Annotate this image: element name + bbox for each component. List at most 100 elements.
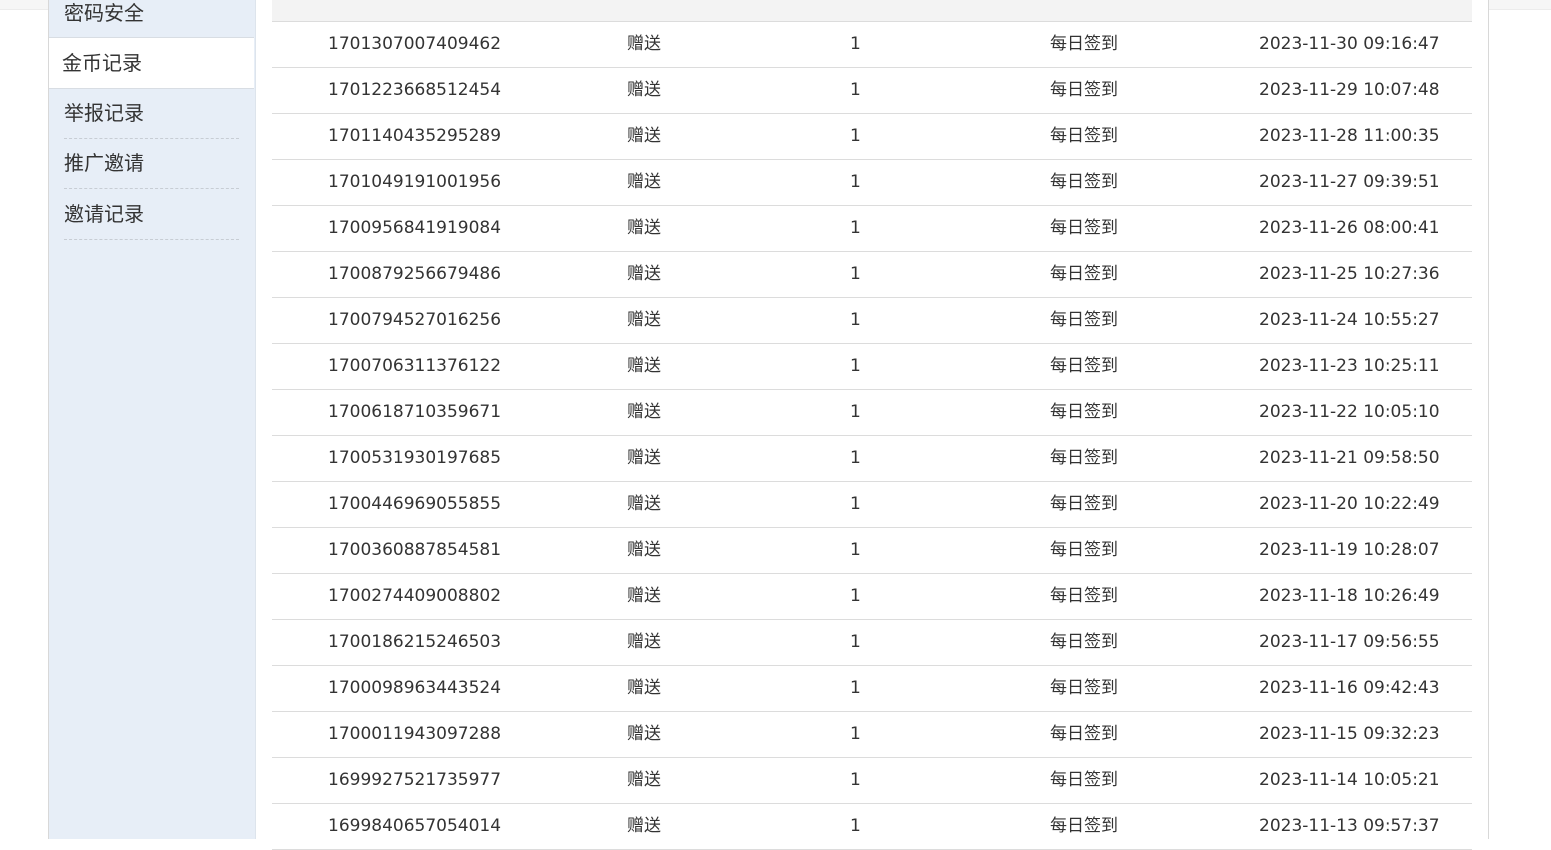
record-amount-cell: 1 [850, 310, 861, 330]
record-time-cell: 2023-11-21 09:58:50 [1259, 448, 1440, 468]
record-amount-cell: 1 [850, 172, 861, 192]
sidebar: 密码安全 金币记录 举报记录 推广邀请 邀请记录 [49, 0, 256, 839]
record-source-cell: 每日签到 [1050, 678, 1118, 698]
record-time-cell: 2023-11-14 10:05:21 [1259, 770, 1440, 790]
table-row: 1700274409008802 赠送 1 每日签到 2023-11-18 10:26:… [272, 574, 1472, 620]
record-id-cell: 1700794527016256 [328, 310, 502, 330]
record-amount-cell: 1 [850, 724, 861, 744]
record-source-cell: 每日签到 [1050, 540, 1118, 560]
record-type-cell: 赠送 [627, 402, 661, 422]
record-time-cell: 2023-11-30 09:16:47 [1259, 34, 1440, 54]
table-row: 1700618710359671 赠送 1 每日签到 2023-11-22 10:05:… [272, 390, 1472, 436]
record-time-cell: 2023-11-13 09:57:37 [1259, 816, 1440, 836]
record-id-cell: 1700274409008802 [328, 586, 502, 606]
coin-records-table: 1701307007409462 赠送 1 每日签到 2023-11-30 09:16:… [272, 0, 1472, 850]
record-amount-cell: 1 [850, 402, 861, 422]
record-amount-cell: 1 [850, 494, 861, 514]
record-source-cell: 每日签到 [1050, 402, 1118, 422]
record-amount-cell: 1 [850, 356, 861, 376]
record-source-cell: 每日签到 [1050, 356, 1118, 376]
table-row: 1701307007409462 赠送 1 每日签到 2023-11-30 09:16:… [272, 22, 1472, 68]
record-source-cell: 每日签到 [1050, 448, 1118, 468]
record-source-cell: 每日签到 [1050, 310, 1118, 330]
sidebar-item-report-records[interactable]: 举报记录 [64, 88, 239, 139]
record-id-cell: 1700706311376122 [328, 356, 502, 376]
record-source-cell: 每日签到 [1050, 770, 1118, 790]
record-time-cell: 2023-11-25 10:27:36 [1259, 264, 1440, 284]
record-time-cell: 2023-11-17 09:56:55 [1259, 632, 1440, 652]
record-id-cell: 1700446969055855 [328, 494, 502, 514]
sidebar-item-label: 推广邀请 [64, 151, 144, 175]
record-time-cell: 2023-11-20 10:22:49 [1259, 494, 1440, 514]
record-type-cell: 赠送 [627, 770, 661, 790]
table-row: 1701049191001956 赠送 1 每日签到 2023-11-27 09:39:… [272, 160, 1472, 206]
record-time-cell: 2023-11-16 09:42:43 [1259, 678, 1440, 698]
record-source-cell: 每日签到 [1050, 80, 1118, 100]
sidebar-item-promotion-invite[interactable]: 推广邀请 [64, 138, 239, 189]
table-row: 1700956841919084 赠送 1 每日签到 2023-11-26 08:00:… [272, 206, 1472, 252]
record-amount-cell: 1 [850, 264, 861, 284]
record-source-cell: 每日签到 [1050, 126, 1118, 146]
record-source-cell: 每日签到 [1050, 724, 1118, 744]
record-source-cell: 每日签到 [1050, 632, 1118, 652]
record-amount-cell: 1 [850, 770, 861, 790]
record-time-cell: 2023-11-28 11:00:35 [1259, 126, 1440, 146]
sidebar-item-label: 举报记录 [64, 101, 144, 125]
table-row: 1700360887854581 赠送 1 每日签到 2023-11-19 10:28:… [272, 528, 1472, 574]
table-row: 1700706311376122 赠送 1 每日签到 2023-11-23 10:25:… [272, 344, 1472, 390]
record-type-cell: 赠送 [627, 448, 661, 468]
record-source-cell: 每日签到 [1050, 816, 1118, 836]
table-row: 1700011943097288 赠送 1 每日签到 2023-11-15 09:32:… [272, 712, 1472, 758]
record-type-cell: 赠送 [627, 80, 661, 100]
record-time-cell: 2023-11-18 10:26:49 [1259, 586, 1440, 606]
record-id-cell: 1700956841919084 [328, 218, 502, 238]
record-source-cell: 每日签到 [1050, 494, 1118, 514]
table-row: 1700531930197685 赠送 1 每日签到 2023-11-21 09:58:… [272, 436, 1472, 482]
table-row: 1700794527016256 赠送 1 每日签到 2023-11-24 10:55:… [272, 298, 1472, 344]
record-source-cell: 每日签到 [1050, 264, 1118, 284]
record-id-cell: 1699840657054014 [328, 816, 502, 836]
record-id-cell: 1700186215246503 [328, 632, 502, 652]
sidebar-item-password-security[interactable]: 密码安全 [64, 0, 239, 39]
record-amount-cell: 1 [850, 540, 861, 560]
record-time-cell: 2023-11-24 10:55:27 [1259, 310, 1440, 330]
table-row: 1700879256679486 赠送 1 每日签到 2023-11-25 10:27:… [272, 252, 1472, 298]
record-type-cell: 赠送 [627, 678, 661, 698]
record-type-cell: 赠送 [627, 494, 661, 514]
record-id-cell: 1701307007409462 [328, 34, 502, 54]
sidebar-item-label: 密码安全 [64, 1, 144, 25]
record-source-cell: 每日签到 [1050, 34, 1118, 54]
record-type-cell: 赠送 [627, 126, 661, 146]
record-type-cell: 赠送 [627, 172, 661, 192]
record-id-cell: 1700531930197685 [328, 448, 502, 468]
record-type-cell: 赠送 [627, 540, 661, 560]
record-id-cell: 1701049191001956 [328, 172, 502, 192]
record-type-cell: 赠送 [627, 264, 661, 284]
sidebar-item-invite-records[interactable]: 邀请记录 [64, 189, 239, 240]
record-id-cell: 1699927521735977 [328, 770, 502, 790]
sidebar-item-label: 邀请记录 [64, 202, 144, 226]
record-time-cell: 2023-11-19 10:28:07 [1259, 540, 1440, 560]
record-amount-cell: 1 [850, 218, 861, 238]
record-amount-cell: 1 [850, 816, 861, 836]
table-row: 1701140435295289 赠送 1 每日签到 2023-11-28 11:00:… [272, 114, 1472, 160]
record-source-cell: 每日签到 [1050, 172, 1118, 192]
record-time-cell: 2023-11-29 10:07:48 [1259, 80, 1440, 100]
record-amount-cell: 1 [850, 632, 861, 652]
record-type-cell: 赠送 [627, 310, 661, 330]
record-id-cell: 1700618710359671 [328, 402, 502, 422]
table-row: 1700186215246503 赠送 1 每日签到 2023-11-17 09:56:… [272, 620, 1472, 666]
table-row: 1700446969055855 赠送 1 每日签到 2023-11-20 10:22:… [272, 482, 1472, 528]
record-type-cell: 赠送 [627, 356, 661, 376]
record-time-cell: 2023-11-27 09:39:51 [1259, 172, 1440, 192]
record-amount-cell: 1 [850, 586, 861, 606]
sidebar-item-coin-records[interactable]: 金币记录 [49, 37, 254, 89]
record-id-cell: 1700879256679486 [328, 264, 502, 284]
record-amount-cell: 1 [850, 34, 861, 54]
record-time-cell: 2023-11-23 10:25:11 [1259, 356, 1440, 376]
record-id-cell: 1700098963443524 [328, 678, 502, 698]
record-time-cell: 2023-11-26 08:00:41 [1259, 218, 1440, 238]
record-time-cell: 2023-11-15 09:32:23 [1259, 724, 1440, 744]
record-source-cell: 每日签到 [1050, 586, 1118, 606]
table-row: 1699927521735977 赠送 1 每日签到 2023-11-14 10:05:… [272, 758, 1472, 804]
